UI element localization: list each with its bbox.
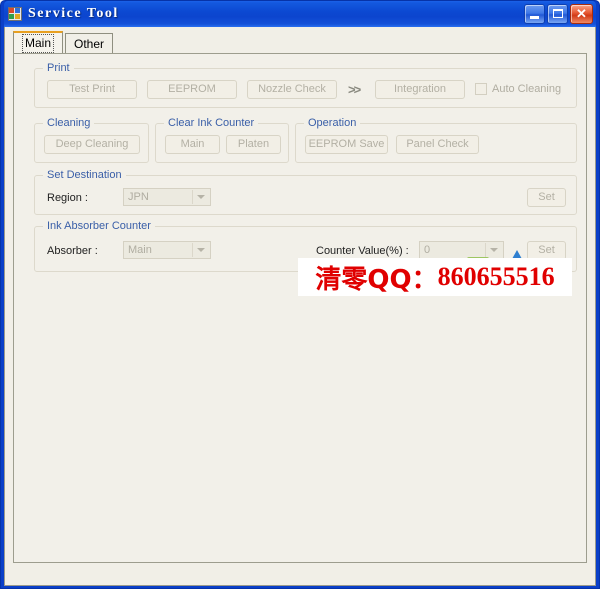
watermark-overlay: 清零QQ： 860655516 — [298, 258, 572, 296]
group-ink-absorber-counter-title: Ink Absorber Counter — [43, 220, 155, 232]
absorber-label: Absorber : — [47, 245, 98, 257]
maximize-button[interactable] — [547, 4, 568, 24]
region-select[interactable]: JPN — [123, 188, 211, 206]
tab-page-main: Print Test Print EEPROM Nozzle Check >> … — [13, 53, 587, 563]
group-cleaning: Cleaning Deep Cleaning — [34, 117, 149, 163]
region-label: Region : — [47, 192, 88, 204]
title-bar[interactable]: Service Tool ✕ — [4, 1, 596, 27]
eeprom-save-button[interactable]: EEPROM Save — [305, 135, 388, 154]
deep-cleaning-button[interactable]: Deep Cleaning — [44, 135, 140, 154]
chevron-down-icon[interactable] — [192, 243, 209, 257]
auto-cleaning-checkbox-box[interactable] — [475, 83, 487, 95]
group-clear-ink-counter-title: Clear Ink Counter — [164, 117, 259, 129]
app-window-icon — [7, 6, 23, 22]
panel-check-button[interactable]: Panel Check — [396, 135, 479, 154]
counter-value-select[interactable]: 0 — [419, 241, 504, 259]
absorber-select[interactable]: Main — [123, 241, 211, 259]
watermark-chinese-text: 清零QQ： — [315, 264, 438, 295]
tab-main[interactable]: Main — [13, 31, 64, 53]
group-set-destination: Set Destination Region : JPN Set — [34, 169, 577, 215]
tab-strip: Main Other — [13, 31, 114, 53]
eeprom-button[interactable]: EEPROM — [147, 80, 237, 99]
set-destination-button[interactable]: Set — [527, 188, 566, 207]
window-title: Service Tool — [28, 6, 119, 21]
window-client-area: Main Other Print Test Print EEPROM Nozzl… — [4, 27, 596, 586]
auto-cleaning-label: Auto Cleaning — [492, 83, 562, 95]
integration-button[interactable]: Integration — [375, 80, 465, 99]
tab-other[interactable]: Other — [65, 33, 114, 53]
caption-button-group: ✕ — [524, 4, 593, 24]
counter-value-select-value: 0 — [424, 244, 431, 256]
counter-value-label: Counter Value(%) : — [316, 245, 409, 257]
group-print: Print Test Print EEPROM Nozzle Check >> … — [34, 62, 577, 108]
close-button[interactable]: ✕ — [570, 4, 593, 24]
chevron-down-icon[interactable] — [485, 243, 502, 257]
tab-main-label: Main — [22, 34, 55, 53]
clear-ink-main-button[interactable]: Main — [165, 135, 220, 154]
auto-cleaning-checkbox[interactable]: Auto Cleaning — [475, 83, 561, 95]
group-set-destination-title: Set Destination — [43, 169, 126, 181]
minimize-button[interactable] — [524, 4, 545, 24]
test-print-button[interactable]: Test Print — [47, 80, 137, 99]
group-operation-title: Operation — [304, 117, 361, 129]
flow-arrows-icon: >> — [348, 82, 361, 97]
chevron-down-icon[interactable] — [192, 190, 209, 204]
application-window: Service Tool ✕ Main Other Print Test Pri… — [0, 0, 600, 589]
watermark-qq-number: 860655516 — [437, 262, 555, 291]
region-select-value: JPN — [128, 191, 149, 203]
close-icon: ✕ — [576, 6, 587, 21]
group-print-title: Print — [43, 62, 74, 74]
group-cleaning-title: Cleaning — [43, 117, 95, 129]
group-clear-ink-counter: Clear Ink Counter Main Platen — [155, 117, 289, 163]
nozzle-check-button[interactable]: Nozzle Check — [247, 80, 337, 99]
maximize-icon — [553, 9, 563, 18]
group-operation: Operation EEPROM Save Panel Check — [295, 117, 577, 163]
tab-other-label: Other — [74, 37, 105, 51]
minimize-icon — [530, 16, 539, 19]
absorber-select-value: Main — [128, 244, 152, 256]
clear-ink-platen-button[interactable]: Platen — [226, 135, 281, 154]
